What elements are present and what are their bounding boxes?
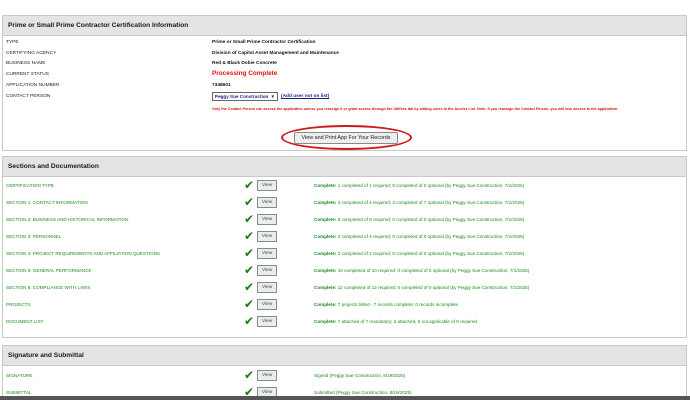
status-prefix: Complete: <box>314 268 337 273</box>
section-status: Complete: 4 completed of 4 required; 3 c… <box>314 200 524 205</box>
view-button[interactable]: View <box>257 299 277 310</box>
checkmark-icon: ✔ <box>244 280 255 294</box>
section-label: SECTION 3: PERSONNEL <box>6 234 62 239</box>
status-prefix: Complete: <box>314 183 337 188</box>
submittal-label: SUBMITTAL <box>6 390 32 395</box>
field-value-application-number: 7348601 <box>212 83 231 88</box>
status-detail: 10 completed of 10 required; 0 completed… <box>336 268 530 273</box>
status-detail: 1 completed of 1 required; 0 completed o… <box>336 183 525 188</box>
status-prefix: Complete: <box>314 285 337 290</box>
section-row-projects: PROJECTS ✔ View Complete: 7 projects lis… <box>0 297 683 313</box>
status-detail: 4 completed of 4 required; 0 completed o… <box>336 234 525 239</box>
field-label-type: TYPE <box>6 40 19 45</box>
signature-panel-title: Signature and Submittal <box>3 346 686 366</box>
status-detail: 4 completed of 4 required; 3 completed o… <box>336 200 525 205</box>
view-button[interactable]: View <box>257 370 277 381</box>
checkmark-icon: ✔ <box>244 246 255 260</box>
checkmark-icon: ✔ <box>244 195 255 209</box>
section-label: CERTIFICATION TYPE <box>6 183 54 188</box>
status-prefix: Complete: <box>314 234 337 239</box>
section-row-signature: SIGNATURE ✔ View Signed (Peggy Sue Const… <box>0 368 683 384</box>
chevron-down-icon: ▼ <box>270 94 275 99</box>
status-prefix: Complete: <box>314 319 337 324</box>
section-row-general-performance: SECTION 5: GENERAL PERFORMANCE ✔ View Co… <box>0 263 683 279</box>
field-value-current-status: Processing Complete <box>212 70 278 77</box>
section-row-business-historical: SECTION 2: BUSINESS AND HISTORICAL INFOR… <box>0 212 683 228</box>
field-value-certifying-agency: Division of Capital Asset Management and… <box>212 51 339 56</box>
section-row-project-requirements: SECTION 4: PROJECT REQUIREMENTS AND AFFI… <box>0 246 683 262</box>
checkmark-icon: ✔ <box>244 229 255 243</box>
certification-panel-title: Prime or Small Prime Contractor Certific… <box>3 16 686 36</box>
section-status: Complete: 4 completed of 4 required; 0 c… <box>314 234 524 239</box>
section-row-certification-type: CERTIFICATION TYPE ✔ View Complete: 1 co… <box>0 178 683 194</box>
status-prefix: Complete: <box>314 302 337 307</box>
view-button[interactable]: View <box>257 387 277 396</box>
section-status: Complete: 7 projects listed - 7 records … <box>314 302 458 307</box>
view-button[interactable]: View <box>257 265 277 276</box>
checkmark-icon: ✔ <box>244 178 255 192</box>
view-button[interactable]: View <box>257 316 277 327</box>
section-label: SECTION 6: COMPLIANCE WITH LAWS <box>6 285 91 290</box>
contact-person-note: Only the Contact Person can access the a… <box>212 107 619 111</box>
section-status: Complete: 9 completed of 9 required; 0 c… <box>314 217 524 222</box>
checkmark-icon: ✔ <box>244 314 255 328</box>
section-row-personnel: SECTION 3: PERSONNEL ✔ View Complete: 4 … <box>0 229 683 245</box>
status-prefix: Complete: <box>314 200 337 205</box>
section-status: Complete: 2 completed of 2 required; 0 c… <box>314 251 524 256</box>
field-value-business-name: Red & Black Dobie Concrete <box>212 61 277 66</box>
status-prefix: Complete: <box>314 217 337 222</box>
add-user-link[interactable]: (Add user not on list) <box>281 94 329 99</box>
section-label: DOCUMENT LIST <box>6 319 44 324</box>
section-label: SECTION 2: BUSINESS AND HISTORICAL INFOR… <box>6 217 129 222</box>
checkmark-icon: ✔ <box>244 368 255 382</box>
sections-panel-title: Sections and Documentation <box>3 157 686 177</box>
view-button[interactable]: View <box>257 197 277 208</box>
checkmark-icon: ✔ <box>244 385 255 396</box>
horizontal-scrollbar[interactable] <box>0 396 690 400</box>
section-row-compliance-laws: SECTION 6: COMPLIANCE WITH LAWS ✔ View C… <box>0 280 683 296</box>
contact-person-select[interactable]: Peggy Sue Construction ▼ <box>212 92 278 101</box>
field-label-application-number: APPLICATION NUMBER <box>6 83 60 88</box>
section-status: Complete: 1 completed of 1 required; 0 c… <box>314 183 524 188</box>
field-value-type: Prime or Small Prime Contractor Certific… <box>212 40 316 45</box>
status-detail: 12 completed of 12 required; 0 completed… <box>336 285 530 290</box>
signature-label: SIGNATURE <box>6 373 33 378</box>
field-label-business-name: BUSINESS NAME <box>6 61 46 66</box>
view-button[interactable]: View <box>257 231 277 242</box>
status-detail: 9 completed of 9 required; 0 completed o… <box>336 217 525 222</box>
checkmark-icon: ✔ <box>244 263 255 277</box>
field-label-current-status: CURRENT STATUS <box>6 72 49 77</box>
field-label-certifying-agency: CERTIFYING AGENCY <box>6 51 57 56</box>
status-detail: 2 completed of 2 required; 0 completed o… <box>336 251 525 256</box>
view-button[interactable]: View <box>257 248 277 259</box>
section-label: SECTION 5: GENERAL PERFORMANCE <box>6 268 92 273</box>
checkmark-icon: ✔ <box>244 297 255 311</box>
section-status: Complete: 10 completed of 10 required; 0… <box>314 268 529 273</box>
status-detail: 7 projects listed - 7 records complete; … <box>336 302 459 307</box>
section-label: SECTION 1: CONTACT INFORMATION <box>6 200 88 205</box>
status-prefix: Complete: <box>314 251 337 256</box>
section-status: Complete: 7 attached of 7 mandatory; 3 a… <box>314 319 477 324</box>
view-button[interactable]: View <box>257 282 277 293</box>
submittal-status: Submitted (Peggy Sue Construction, 8/19/… <box>314 390 412 395</box>
view-print-app-button[interactable]: View and Print App For Your Records <box>294 132 398 144</box>
section-status: Complete: 12 completed of 12 required; 0… <box>314 285 529 290</box>
view-button[interactable]: View <box>257 180 277 191</box>
signature-status: Signed (Peggy Sue Construction, 8/19/202… <box>314 373 406 378</box>
section-label: SECTION 4: PROJECT REQUIREMENTS AND AFFI… <box>6 251 160 256</box>
status-detail: 7 attached of 7 mandatory; 3 attached, 5… <box>336 319 477 324</box>
section-row-submittal: SUBMITTAL ✔ View Submitted (Peggy Sue Co… <box>0 385 683 396</box>
checkmark-icon: ✔ <box>244 212 255 226</box>
section-row-contact-information: SECTION 1: CONTACT INFORMATION ✔ View Co… <box>0 195 683 211</box>
view-button[interactable]: View <box>257 214 277 225</box>
section-label: PROJECTS <box>6 302 31 307</box>
contact-person-selected: Peggy Sue Construction <box>215 94 269 99</box>
field-label-contact-person: CONTACT PERSON <box>6 94 51 99</box>
section-row-document-list: DOCUMENT LIST ✔ View Complete: 7 attache… <box>0 314 683 330</box>
